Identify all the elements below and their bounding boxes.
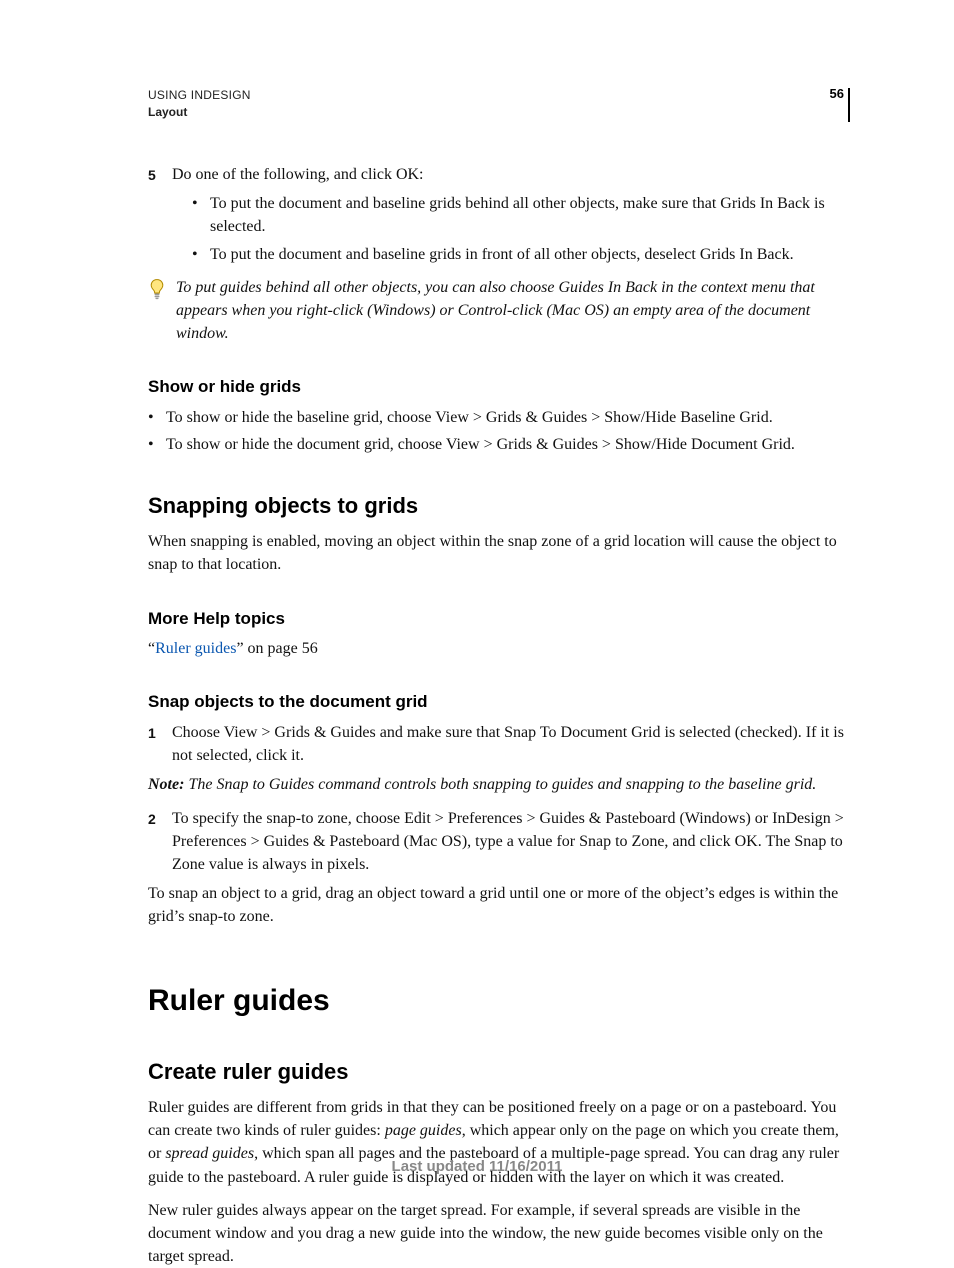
step-5: 5 Do one of the following, and click OK:… [148,163,844,266]
step-5-bullet-1: To put the document and baseline grids b… [192,192,844,238]
ruler-p2: New ruler guides always appear on the ta… [148,1199,844,1268]
show-hide-bullet-1: To show or hide the baseline grid, choos… [148,406,844,429]
heading-show-hide-grids: Show or hide grids [148,375,844,400]
page-number: 56 [830,86,844,101]
running-section: Layout [148,105,844,119]
lightbulb-icon [148,278,166,300]
snap-step-1: 1 Choose View > Grids & Guides and make … [148,721,844,767]
link-ruler-guides[interactable]: Ruler guides [155,640,236,657]
note: Note: The Snap to Guides command control… [148,773,844,796]
heading-create-ruler-guides: Create ruler guides [148,1056,844,1088]
running-head: USING INDESIGN [148,88,844,102]
step-5-bullet-2: To put the document and baseline grids i… [192,243,844,266]
snapping-para: When snapping is enabled, moving an obje… [148,530,844,576]
tip-block: To put guides behind all other objects, … [148,276,844,346]
footer-last-updated: Last updated 11/16/2011 [0,1158,954,1175]
snap-closing: To snap an object to a grid, drag an obj… [148,882,844,928]
ruler-p1-i1: page guides [385,1122,462,1139]
tip-text: To put guides behind all other objects, … [176,276,844,346]
note-label: Note: [148,776,184,793]
heading-snapping: Snapping objects to grids [148,490,844,522]
more-help-after: ” on page 56 [236,640,317,657]
snap-step-2: 2 To specify the snap-to zone, choose Ed… [148,807,844,877]
snap-step-2-text: To specify the snap-to zone, choose Edit… [172,810,844,873]
step-number: 5 [148,165,156,185]
note-body: The Snap to Guides command controls both… [184,776,816,793]
heading-snap-doc-grid: Snap objects to the document grid [148,690,844,715]
heading-more-help: More Help topics [148,607,844,632]
heading-ruler-guides: Ruler guides [148,979,844,1023]
header-rule [848,88,850,122]
snap-step-1-text: Choose View > Grids & Guides and make su… [172,724,844,764]
step-5-intro: Do one of the following, and click OK: [172,166,424,183]
page: 56 USING INDESIGN Layout 5 Do one of the… [0,0,954,1235]
show-hide-bullet-2: To show or hide the document grid, choos… [148,433,844,456]
more-help-line: “Ruler guides” on page 56 [148,637,844,660]
body: 5 Do one of the following, and click OK:… [148,163,844,1268]
step-number: 2 [148,809,156,829]
step-number: 1 [148,723,156,743]
